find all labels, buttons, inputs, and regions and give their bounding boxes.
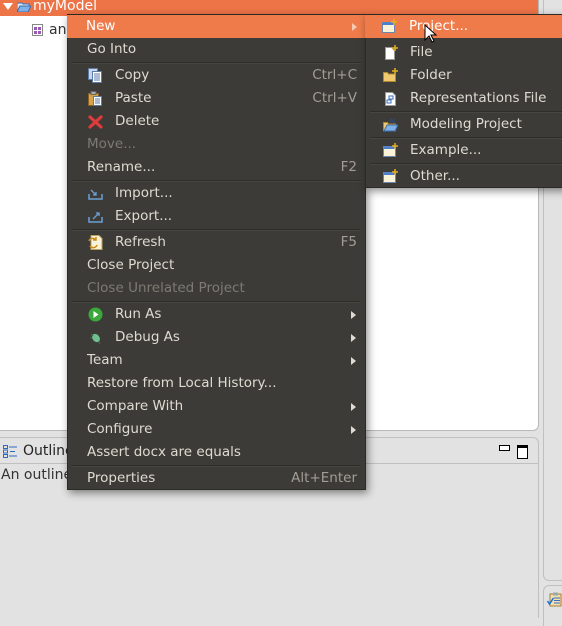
submenu-item-other[interactable]: Other... — [366, 165, 562, 188]
menu-item-label: Representations File — [410, 90, 547, 106]
expand-triangle-icon[interactable] — [3, 3, 13, 10]
shortcut-label: Ctrl+V — [312, 90, 357, 106]
menu-item-label: Delete — [115, 113, 160, 129]
menu-item-import[interactable]: Import... — [68, 182, 365, 205]
menu-item-label: Refresh — [115, 234, 166, 250]
menu-item-label: Assert docx are equals — [87, 444, 241, 460]
mouse-cursor-icon — [424, 24, 438, 43]
menu-item-label: Restore from Local History... — [87, 375, 277, 391]
menu-item-label: Go Into — [87, 41, 137, 57]
menu-item-new[interactable]: New — [67, 15, 366, 38]
shortcut-label: Alt+Enter — [291, 470, 357, 486]
menu-item-label: Properties — [87, 470, 156, 486]
menu-item-paste[interactable]: Paste Ctrl+V — [68, 87, 365, 110]
menu-item-label: Move... — [87, 136, 137, 152]
menu-item-label: Debug As — [115, 329, 180, 345]
new-example-icon — [383, 143, 398, 157]
menu-item-label: Copy — [115, 67, 150, 83]
new-folder-icon — [383, 68, 398, 82]
menu-item-restore-local-history[interactable]: Restore from Local History... — [68, 372, 365, 395]
representations-file-icon — [385, 92, 396, 106]
menu-item-go-into[interactable]: Go Into — [68, 38, 365, 61]
new-other-icon — [383, 169, 398, 183]
submenu-arrow-icon — [351, 311, 356, 319]
menu-item-label: Folder — [410, 67, 452, 83]
menu-item-label: Close Project — [87, 257, 175, 273]
copy-icon — [88, 68, 102, 83]
menu-item-close-unrelated-project: Close Unrelated Project — [68, 277, 365, 300]
context-menu: New Go Into Copy Ctrl+C Paste Ctrl+V Del… — [67, 14, 366, 490]
menu-item-label: Rename... — [87, 159, 156, 175]
maximize-button[interactable] — [517, 445, 528, 459]
menu-item-label: Configure — [87, 421, 153, 437]
menu-item-close-project[interactable]: Close Project — [68, 254, 365, 277]
menu-item-label: Compare With — [87, 398, 184, 414]
modeling-project-icon: M — [383, 118, 398, 132]
delete-icon — [88, 115, 103, 129]
menu-item-move: Move... — [68, 133, 365, 156]
menu-item-label: File — [410, 44, 433, 60]
menu-item-export[interactable]: Export... — [68, 205, 365, 228]
tree-item-label: an — [49, 22, 67, 38]
submenu-arrow-icon — [351, 357, 356, 365]
menu-item-debug-as[interactable]: Debug As — [68, 326, 365, 349]
menu-item-label: Example... — [410, 142, 482, 158]
minimize-button[interactable] — [499, 445, 510, 451]
outline-message: An outline — [1, 467, 73, 483]
menu-item-compare-with[interactable]: Compare With — [68, 395, 365, 418]
shortcut-label: F5 — [340, 234, 357, 250]
menu-item-assert-docx[interactable]: Assert docx are equals — [68, 441, 365, 464]
submenu-arrow-icon — [351, 426, 356, 434]
submenu-item-file[interactable]: File — [366, 41, 562, 64]
menu-item-label: New — [86, 18, 116, 34]
menu-item-label: Close Unrelated Project — [87, 280, 245, 296]
submenu-item-example[interactable]: Example... — [366, 139, 562, 162]
submenu-arrow-icon — [351, 403, 356, 411]
shortcut-label: F2 — [340, 159, 357, 175]
refresh-icon — [88, 235, 103, 250]
menu-item-label: Paste — [115, 90, 152, 106]
menu-item-run-as[interactable]: Run As — [68, 303, 365, 326]
debug-icon — [90, 333, 101, 345]
import-icon — [88, 189, 103, 200]
menu-item-refresh[interactable]: Refresh F5 — [68, 231, 365, 254]
menu-item-team[interactable]: Team — [68, 349, 365, 372]
menu-item-configure[interactable]: Configure — [68, 418, 365, 441]
shortcut-label: Ctrl+C — [312, 67, 357, 83]
tasks-icon[interactable] — [547, 592, 562, 607]
outline-icon — [3, 445, 17, 458]
menu-item-label: Project... — [409, 18, 469, 34]
menu-item-label: Modeling Project — [410, 116, 522, 132]
export-icon — [88, 212, 103, 223]
open-folder-icon — [17, 2, 31, 12]
menu-item-label: Run As — [115, 306, 162, 322]
menu-item-delete[interactable]: Delete — [68, 110, 365, 133]
menu-item-label: Team — [87, 352, 123, 368]
submenu-item-folder[interactable]: Folder — [366, 64, 562, 87]
menu-item-rename[interactable]: Rename... F2 — [68, 156, 365, 179]
menu-item-copy[interactable]: Copy Ctrl+C — [68, 64, 365, 87]
submenu-item-representations-file[interactable]: Representations File — [366, 87, 562, 110]
tree-item-label: myModel — [33, 0, 97, 14]
new-project-icon — [382, 19, 397, 33]
menu-item-label: Export... — [115, 208, 173, 224]
submenu-arrow-icon — [351, 334, 356, 342]
submenu-arrow-icon — [352, 23, 357, 31]
menu-item-properties[interactable]: Properties Alt+Enter — [68, 467, 365, 490]
submenu-item-modeling-project[interactable]: M Modeling Project — [366, 113, 562, 136]
new-submenu: Project... File Folder Representations F… — [365, 14, 562, 188]
menu-item-label: Other... — [410, 168, 460, 184]
submenu-item-project[interactable]: Project... — [365, 15, 562, 38]
svg-text:M: M — [390, 118, 395, 125]
menu-item-label: Import... — [115, 185, 173, 201]
paste-icon — [88, 91, 102, 106]
new-file-icon — [385, 45, 398, 60]
run-icon — [88, 307, 103, 322]
model-file-icon — [32, 24, 43, 36]
